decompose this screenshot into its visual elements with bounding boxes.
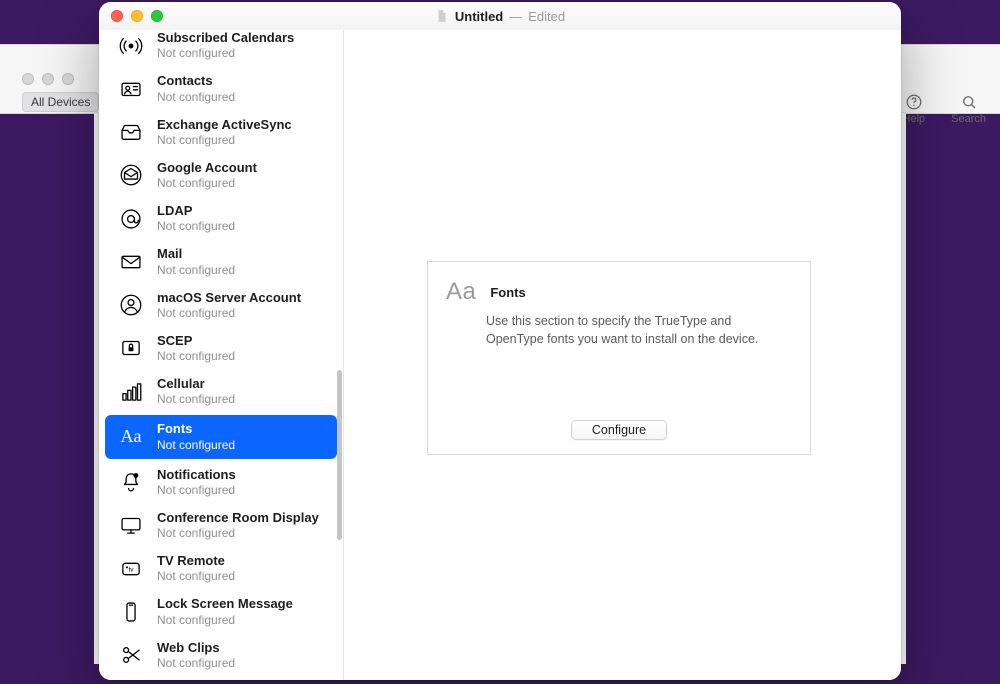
person-circle-icon <box>117 291 145 319</box>
payload-sidebar[interactable]: Subscribed CalendarsNot configuredContac… <box>99 30 344 680</box>
sidebar-item-subtitle: Not configured <box>157 46 294 61</box>
envelope-icon <box>117 248 145 276</box>
payload-card-description: Use this section to specify the TrueType… <box>428 306 810 348</box>
sidebar-item-title: Notifications <box>157 467 236 483</box>
sidebar-item-fonts[interactable]: Aa FontsNot configured <box>105 415 337 458</box>
sidebar-item-title: Exchange ActiveSync <box>157 117 292 133</box>
sidebar-item-contacts[interactable]: ContactsNot configured <box>99 67 343 110</box>
payload-card-title: Fonts <box>490 278 525 306</box>
sidebar-item-web-clips[interactable]: Web ClipsNot configured <box>99 634 343 677</box>
sidebar-item-subtitle: Not configured <box>157 392 235 407</box>
sidebar-item-subscribed-calendars[interactable]: Subscribed CalendarsNot configured <box>99 30 343 67</box>
document-icon <box>435 9 449 23</box>
phone-icon <box>117 598 145 626</box>
card-icon <box>117 75 145 103</box>
bars-icon <box>117 378 145 406</box>
at-icon <box>117 205 145 233</box>
lock-badge-icon <box>117 334 145 362</box>
parent-traffic-dot <box>22 73 34 85</box>
svg-text:tv: tv <box>128 566 134 573</box>
parent-traffic-dot <box>42 73 54 85</box>
parent-traffic-lights <box>22 73 74 85</box>
sidebar-item-subtitle: Not configured <box>157 219 235 234</box>
sidebar-item-tv-remote[interactable]: tv TV RemoteNot configured <box>99 547 343 590</box>
all-devices-chip[interactable]: All Devices <box>22 92 99 112</box>
zoom-button[interactable] <box>151 10 163 22</box>
configure-button[interactable]: Configure <box>571 420 667 440</box>
sidebar-item-title: macOS Server Account <box>157 290 301 306</box>
parent-traffic-dot <box>62 73 74 85</box>
sidebar-item-title: Fonts <box>157 421 235 437</box>
sidebar-item-title: Mail <box>157 246 235 262</box>
sidebar-item-cellular[interactable]: CellularNot configured <box>99 370 343 413</box>
window-title: Untitled — Edited <box>435 9 565 24</box>
document-state: Edited <box>528 9 565 24</box>
window-titlebar: Untitled — Edited <box>99 2 901 31</box>
sidebar-item-title: Conference Room Display <box>157 510 319 526</box>
toolbar-search-label: Search <box>951 113 986 125</box>
sidebar-item-ldap[interactable]: LDAPNot configured <box>99 197 343 240</box>
broadcast-icon <box>117 32 145 60</box>
payload-card-fonts: Aa Fonts Use this section to specify the… <box>427 261 811 455</box>
sidebar-item-macos-server[interactable]: macOS Server AccountNot configured <box>99 284 343 327</box>
sidebar-item-conference-room[interactable]: Conference Room DisplayNot configured <box>99 504 343 547</box>
sidebar-item-title: Lock Screen Message <box>157 596 293 612</box>
sidebar-item-google-account[interactable]: Google AccountNot configured <box>99 154 343 197</box>
bell-icon <box>117 468 145 496</box>
traffic-lights <box>111 10 163 22</box>
tray-icon <box>117 118 145 146</box>
sidebar-item-title: LDAP <box>157 203 235 219</box>
search-icon <box>960 93 978 111</box>
close-button[interactable] <box>111 10 123 22</box>
sidebar-item-subtitle: Not configured <box>157 349 235 364</box>
sidebar-item-subtitle: Not configured <box>157 133 292 148</box>
sidebar-item-title: Web Clips <box>157 640 235 656</box>
sidebar-item-subtitle: Not configured <box>157 306 301 321</box>
sidebar-item-subtitle: Not configured <box>157 438 235 453</box>
minimize-button[interactable] <box>131 10 143 22</box>
fonts-glyph-icon: Aa <box>446 278 476 306</box>
document-name: Untitled <box>455 9 503 24</box>
appletv-icon: tv <box>117 555 145 583</box>
sidebar-item-subtitle: Not configured <box>157 176 257 191</box>
sidebar-item-subtitle: Not configured <box>157 656 235 671</box>
toolbar-search[interactable]: Search <box>951 93 986 125</box>
help-icon <box>905 93 923 111</box>
profile-editor-window: Untitled — Edited Subscribed CalendarsNo… <box>99 2 901 680</box>
sidebar-item-subtitle: Not configured <box>157 526 319 541</box>
sidebar-item-subtitle: Not configured <box>157 483 236 498</box>
document-separator: — <box>509 9 522 24</box>
scissors-icon <box>117 641 145 669</box>
sidebar-item-title: TV Remote <box>157 553 235 569</box>
sidebar-item-subtitle: Not configured <box>157 263 235 278</box>
sidebar-item-exchange-activesync[interactable]: Exchange ActiveSyncNot configured <box>99 111 343 154</box>
sidebar-item-scep[interactable]: SCEPNot configured <box>99 327 343 370</box>
sidebar-item-title: Subscribed Calendars <box>157 30 294 46</box>
sidebar-item-title: Google Account <box>157 160 257 176</box>
sealed-envelope-icon <box>117 161 145 189</box>
sidebar-item-lock-screen-message[interactable]: Lock Screen MessageNot configured <box>99 590 343 633</box>
sidebar-item-subtitle: Not configured <box>157 613 293 628</box>
sidebar-item-title: Cellular <box>157 376 235 392</box>
payload-content: Aa Fonts Use this section to specify the… <box>344 30 901 680</box>
sidebar-item-subtitle: Not configured <box>157 569 235 584</box>
sidebar-item-mail[interactable]: MailNot configured <box>99 240 343 283</box>
display-icon <box>117 511 145 539</box>
sidebar-item-title: Contacts <box>157 73 235 89</box>
sidebar-item-subtitle: Not configured <box>157 90 235 105</box>
aa-icon: Aa <box>117 423 145 451</box>
sidebar-item-notifications[interactable]: NotificationsNot configured <box>99 461 343 504</box>
sidebar-item-title: SCEP <box>157 333 235 349</box>
